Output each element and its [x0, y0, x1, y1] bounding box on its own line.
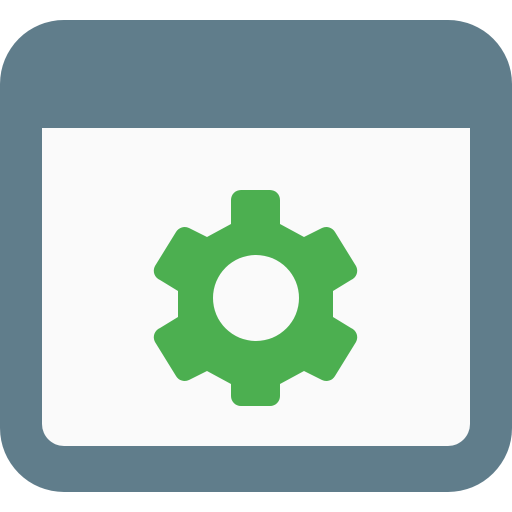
icon-canvas	[0, 0, 512, 512]
gear-center-hole	[213, 255, 299, 341]
browser-settings-icon	[0, 20, 512, 492]
